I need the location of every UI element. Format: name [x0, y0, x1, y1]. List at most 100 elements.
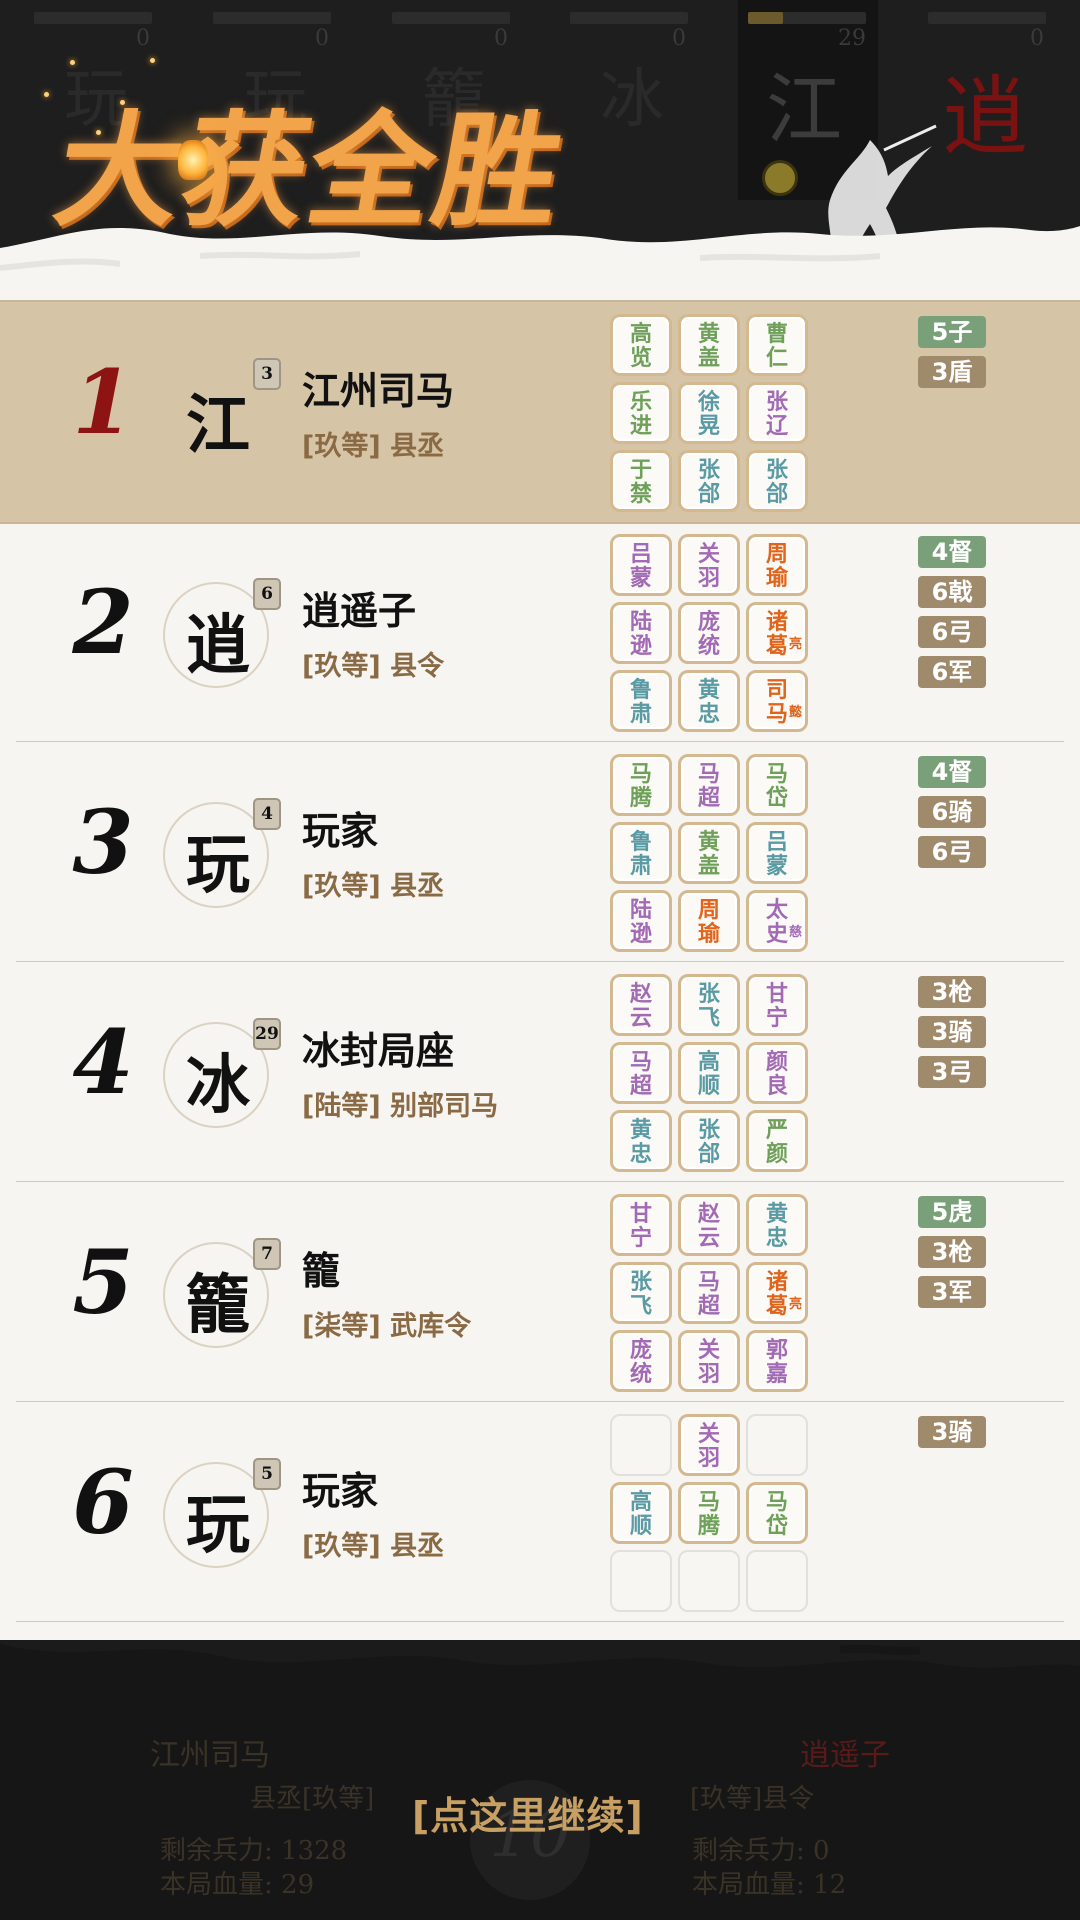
hero-card[interactable]: 黄忠 — [678, 670, 740, 732]
results-panel: 1 江 3 江州司马 [玖等] 县丞 高览 黄盖 曹仁 乐进 徐晃 张辽 于禁 张郃 张郃 5子 3盾 2 逍 6 逍… — [0, 300, 1080, 1640]
hero-card[interactable]: 甘宁 — [610, 1194, 672, 1256]
hero-card[interactable]: 赵云 — [610, 974, 672, 1036]
hero-name: 张郃 — [765, 458, 788, 507]
hero-card[interactable]: 吕蒙 — [610, 534, 672, 596]
hero-card[interactable]: 高览 — [610, 314, 672, 376]
hero-card[interactable]: 周瑜 — [678, 890, 740, 952]
hero-card[interactable]: 关羽 — [678, 1414, 740, 1476]
hero-card[interactable]: 郭嘉 — [746, 1330, 808, 1392]
hero-name-suffix: 亮 — [788, 637, 802, 652]
right-hp: 本局血量: 12 — [692, 1870, 847, 1900]
rank-number: 2 — [72, 570, 134, 674]
player-name: 玩家 — [302, 809, 379, 853]
hero-card[interactable]: 周瑜 — [746, 534, 808, 596]
hero-card[interactable]: 陆逊 — [610, 602, 672, 664]
hero-card[interactable]: 张辽 — [746, 382, 808, 444]
hero-card[interactable]: 马超 — [610, 1042, 672, 1104]
level-badge: 7 — [253, 1238, 281, 1270]
hero-card[interactable]: 张飞 — [610, 1262, 672, 1324]
hero-card[interactable]: 马腾 — [610, 754, 672, 816]
hero-name: 乐进 — [629, 390, 652, 439]
hero-card[interactable]: 马岱 — [746, 754, 808, 816]
hero-name: 吕蒙 — [629, 542, 652, 591]
hero-name: 赵云 — [629, 982, 652, 1031]
player-title: [柒等] 武库令 — [302, 1311, 472, 1342]
hero-card[interactable]: 高顺 — [610, 1482, 672, 1544]
hero-card[interactable]: 徐晃 — [678, 382, 740, 444]
hero-card[interactable]: 司马懿 — [746, 670, 808, 732]
ranking-row: 6 玩 5 玩家 [玖等] 县丞 关羽 高顺 马腾 马岱 3骑 — [0, 1402, 1080, 1622]
hero-card[interactable]: 关羽 — [678, 1330, 740, 1392]
hero-card[interactable]: 曹仁 — [746, 314, 808, 376]
hero-name: 马岱 — [765, 762, 788, 811]
hero-card[interactable]: 鲁肃 — [610, 670, 672, 732]
opponent-avatar-char: 冰 — [600, 63, 664, 137]
hero-card[interactable]: 黄盖 — [678, 822, 740, 884]
hero-name: 黄盖 — [697, 322, 720, 371]
hero-card[interactable]: 于禁 — [610, 450, 672, 512]
hero-slot-empty — [746, 1414, 808, 1476]
hero-name: 张辽 — [765, 390, 788, 439]
hero-card[interactable]: 陆逊 — [610, 890, 672, 952]
hero-card[interactable]: 高顺 — [678, 1042, 740, 1104]
hero-card[interactable]: 马超 — [678, 754, 740, 816]
hero-card[interactable]: 乐进 — [610, 382, 672, 444]
right-troops: 剩余兵力: 0 — [692, 1836, 830, 1866]
hero-card[interactable]: 马超 — [678, 1262, 740, 1324]
hero-name: 关羽 — [697, 1422, 720, 1471]
hero-name: 马岱 — [765, 1490, 788, 1539]
hero-card[interactable]: 黄忠 — [610, 1110, 672, 1172]
hero-slot-empty — [678, 1550, 740, 1612]
hero-card[interactable]: 诸葛亮 — [746, 602, 808, 664]
hero-name: 黄盖 — [697, 830, 720, 879]
hero-card[interactable]: 甘宁 — [746, 974, 808, 1036]
hero-name: 郭嘉 — [765, 1338, 788, 1387]
hero-name: 赵云 — [697, 1202, 720, 1251]
hero-card[interactable]: 黄盖 — [678, 314, 740, 376]
hero-card[interactable]: 庞统 — [610, 1330, 672, 1392]
hero-card[interactable]: 马腾 — [678, 1482, 740, 1544]
hero-card[interactable]: 吕蒙 — [746, 822, 808, 884]
hero-card[interactable]: 严颜 — [746, 1110, 808, 1172]
synergy-tag: 3骑 — [918, 1416, 986, 1448]
synergy-tag: 5虎 — [918, 1196, 986, 1228]
player-name: 江州司马 — [302, 369, 455, 413]
lantern-icon — [178, 140, 208, 180]
right-player-rank: [玖等]县令 — [690, 1784, 815, 1814]
hero-card[interactable]: 张飞 — [678, 974, 740, 1036]
left-player-rank: 县丞[玖等] — [250, 1784, 375, 1814]
coin-icon — [762, 160, 798, 196]
ranking-row: 4 冰 29 冰封局座 [陆等] 别部司马 赵云 张飞 甘宁 马超 高顺 颜良 黄忠 张郃 严颜 3枪 3骑 3… — [0, 962, 1080, 1182]
continue-button[interactable]: [点这里继续] — [412, 1785, 644, 1840]
hero-card[interactable]: 张郃 — [678, 450, 740, 512]
hero-card[interactable]: 诸葛亮 — [746, 1262, 808, 1324]
hero-card[interactable]: 庞统 — [678, 602, 740, 664]
hero-card[interactable]: 颜良 — [746, 1042, 808, 1104]
player-title: [玖等] 县令 — [302, 651, 445, 682]
hero-slot-empty — [746, 1550, 808, 1612]
hero-name: 曹仁 — [765, 322, 788, 371]
hero-card[interactable]: 鲁肃 — [610, 822, 672, 884]
hero-name: 于禁 — [629, 458, 652, 507]
hero-name: 马腾 — [697, 1490, 720, 1539]
hero-card[interactable]: 黄忠 — [746, 1194, 808, 1256]
hero-card[interactable]: 张郃 — [678, 1110, 740, 1172]
hero-name: 徐晃 — [697, 390, 720, 439]
synergy-tag: 3盾 — [918, 356, 986, 388]
hero-card[interactable]: 太史慈 — [746, 890, 808, 952]
hero-card[interactable]: 关羽 — [678, 534, 740, 596]
hero-name: 马超 — [697, 762, 720, 811]
left-hp: 本局血量: 29 — [160, 1870, 315, 1900]
hero-grid: 甘宁 赵云 黄忠张飞 马超 诸葛亮庞统 关羽 郭嘉 — [610, 1194, 815, 1394]
opponent-hp: 0 — [494, 26, 508, 51]
hero-name: 高顺 — [697, 1050, 720, 1099]
hero-grid: 赵云 张飞 甘宁马超 高顺 颜良黄忠 张郃 严颜 — [610, 974, 815, 1174]
opponent-hp: 0 — [315, 26, 329, 51]
hero-card[interactable]: 马岱 — [746, 1482, 808, 1544]
hero-card[interactable]: 张郃 — [746, 450, 808, 512]
hero-card[interactable]: 赵云 — [678, 1194, 740, 1256]
left-player-name: 江州司马 — [150, 1738, 270, 1773]
hero-name: 甘宁 — [629, 1202, 652, 1251]
hero-slot-empty — [610, 1414, 672, 1476]
synergy-tag: 6弓 — [918, 616, 986, 648]
